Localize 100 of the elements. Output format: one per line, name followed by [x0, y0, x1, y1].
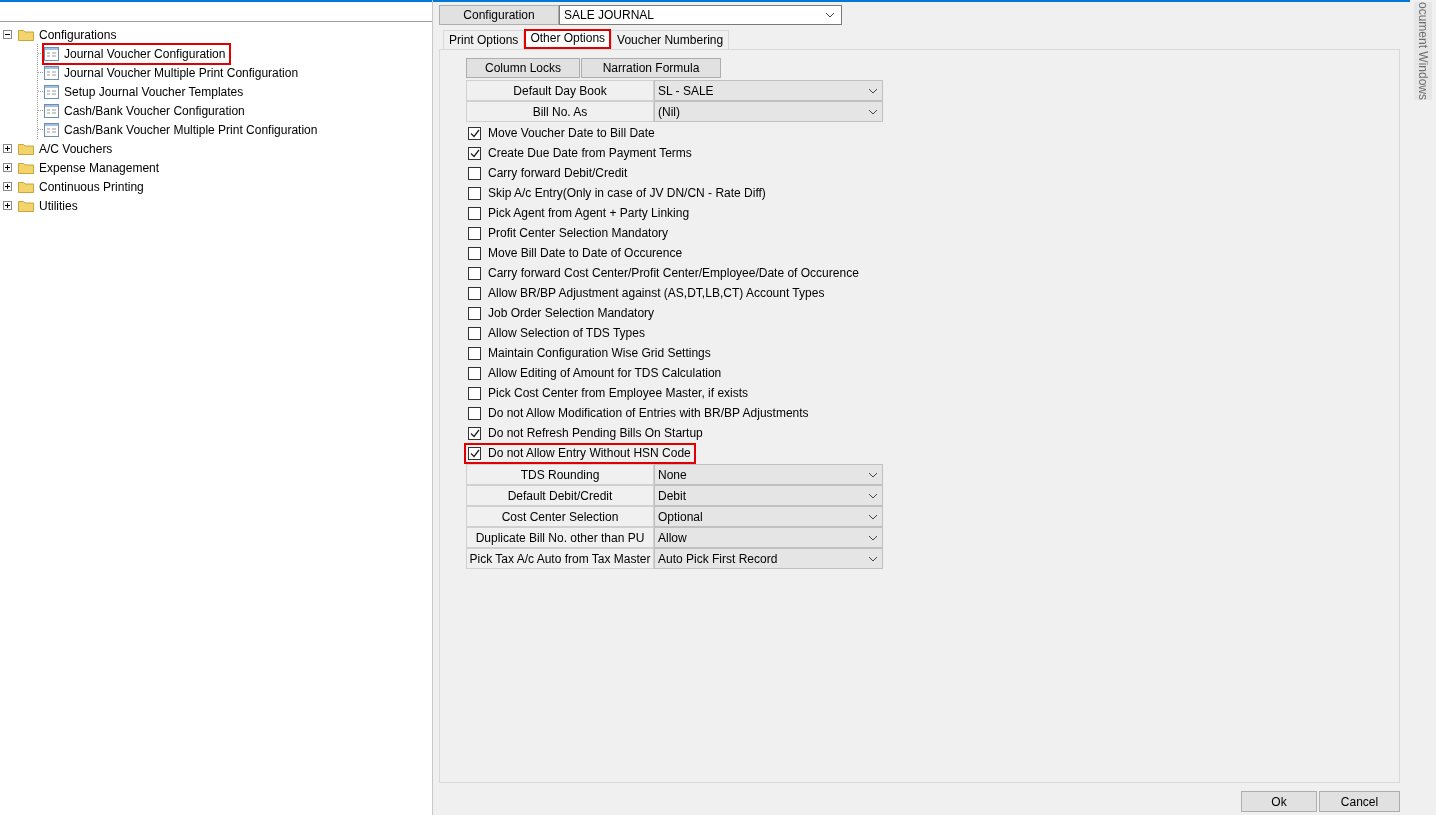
action-button[interactable]: Narration Formula	[581, 58, 721, 78]
folder-icon	[18, 180, 34, 193]
tree-item[interactable]: Continuous Printing	[37, 178, 146, 195]
setting-dropdown[interactable]: Optional	[654, 506, 883, 527]
folder-icon	[18, 28, 34, 41]
configuration-dropdown[interactable]: SALE JOURNAL	[559, 5, 842, 25]
chevron-down-icon	[868, 108, 878, 115]
option-label: Skip A/c Entry(Only in case of JV DN/CN - Rate Diff)	[488, 186, 766, 200]
folder-icon	[18, 161, 34, 174]
checkbox-option[interactable]: Move Voucher Date to Bill Date	[466, 124, 658, 142]
checkbox-option[interactable]: Do not Refresh Pending Bills On Startup	[466, 424, 706, 442]
setting-dropdown[interactable]: SL - SALE	[654, 80, 883, 101]
chevron-down-icon	[868, 471, 878, 478]
checkbox[interactable]	[468, 326, 481, 340]
option-label: Create Due Date from Payment Terms	[488, 146, 692, 160]
checkbox-option[interactable]: Maintain Configuration Wise Grid Settings	[466, 344, 714, 362]
checkbox[interactable]	[468, 406, 481, 420]
folder-icon	[18, 199, 34, 212]
setting-label: Cost Center Selection	[466, 506, 654, 527]
expand-icon[interactable]	[3, 182, 12, 191]
checkbox-option[interactable]: Pick Cost Center from Employee Master, if exists	[466, 384, 752, 402]
tree-item[interactable]: Setup Journal Voucher Templates	[62, 83, 246, 100]
checkbox-option[interactable]: Allow Selection of TDS Types	[466, 324, 648, 342]
setting-dropdown[interactable]: Auto Pick First Record	[654, 548, 883, 569]
checkbox[interactable]	[468, 386, 481, 400]
checkbox-option[interactable]: Carry forward Cost Center/Profit Center/Employee/Date of Occurence	[466, 264, 862, 282]
tab[interactable]: Print Options	[443, 30, 525, 49]
checkbox[interactable]	[468, 306, 481, 320]
checkbox[interactable]	[468, 426, 481, 440]
setting-dropdown[interactable]: Allow	[654, 527, 883, 548]
checkbox-option[interactable]: Do not Allow Modification of Entries with BR/BP Adjustments	[466, 404, 812, 422]
chevron-down-icon	[868, 513, 878, 520]
option-label: Allow Editing of Amount for TDS Calculation	[488, 366, 722, 380]
tree-item[interactable]: Journal Voucher Configuration	[62, 45, 228, 62]
form-icon	[44, 46, 59, 61]
tab[interactable]: Voucher Numbering	[611, 30, 730, 49]
setting-dropdown[interactable]: Debit	[654, 485, 883, 506]
checkbox[interactable]	[468, 186, 481, 200]
chevron-down-icon	[868, 555, 878, 562]
checkbox-option[interactable]: Job Order Selection Mandatory	[466, 304, 658, 322]
checkmark-icon	[469, 128, 480, 138]
checkbox[interactable]	[468, 286, 481, 300]
checkbox[interactable]	[468, 266, 481, 280]
tree-item[interactable]: Journal Voucher Multiple Print Configuration	[62, 64, 301, 81]
expand-icon[interactable]	[3, 201, 12, 210]
checkbox-option[interactable]: Allow BR/BP Adjustment against (AS,DT,LB,CT) Account Types	[466, 284, 828, 302]
option-label: Pick Agent from Agent + Party Linking	[488, 206, 690, 220]
tree-item[interactable]: Utilities	[37, 197, 80, 214]
setting-label: Duplicate Bill No. other than PU	[466, 527, 654, 548]
checkbox[interactable]	[468, 126, 481, 140]
checkbox[interactable]	[468, 446, 481, 460]
chevron-down-icon	[825, 12, 835, 18]
setting-label: Default Debit/Credit	[466, 485, 654, 506]
expand-icon[interactable]	[3, 163, 12, 172]
option-label: Do not Allow Entry Without HSN Code	[488, 446, 691, 460]
setting-dropdown[interactable]: None	[654, 464, 883, 485]
option-label: Carry forward Cost Center/Profit Center/Employee/Date of Occurence	[488, 266, 859, 280]
checkbox[interactable]	[468, 146, 481, 160]
dialog-button[interactable]: Ok	[1241, 791, 1317, 812]
dialog-button[interactable]: Cancel	[1319, 791, 1400, 812]
checkbox[interactable]	[468, 346, 481, 360]
field-label: Configuration	[439, 5, 559, 25]
tree-item[interactable]: Expense Management	[37, 159, 162, 176]
checkbox[interactable]	[468, 166, 481, 180]
option-label: Do not Refresh Pending Bills On Startup	[488, 426, 703, 440]
checkbox-option[interactable]: Do not Allow Entry Without HSN Code	[466, 444, 694, 462]
checkbox-option[interactable]: Profit Center Selection Mandatory	[466, 224, 672, 242]
collapse-icon[interactable]	[3, 30, 12, 39]
checkbox[interactable]	[468, 206, 481, 220]
option-label: Profit Center Selection Mandatory	[488, 226, 669, 240]
tree-item[interactable]: Cash/Bank Voucher Multiple Print Configuration	[62, 121, 320, 138]
chevron-down-icon	[868, 534, 878, 541]
chevron-down-icon	[868, 492, 878, 499]
checkbox-option[interactable]: Allow Editing of Amount for TDS Calculation	[466, 364, 725, 382]
setting-label: TDS Rounding	[466, 464, 654, 485]
setting-dropdown[interactable]: (Nil)	[654, 101, 883, 122]
checkbox-option[interactable]: Create Due Date from Payment Terms	[466, 144, 695, 162]
checkmark-icon	[469, 148, 480, 158]
checkbox-option[interactable]: Move Bill Date to Date of Occurence	[466, 244, 686, 262]
expand-icon[interactable]	[3, 144, 12, 153]
checkbox[interactable]	[468, 366, 481, 380]
setting-label: Bill No. As	[466, 101, 654, 122]
checkmark-icon	[469, 428, 480, 438]
checkbox[interactable]	[468, 246, 481, 260]
tree-item[interactable]: Cash/Bank Voucher Configuration	[62, 102, 247, 119]
tree-item[interactable]: Configurations	[37, 26, 119, 43]
side-tab[interactable]: ocument Windows	[1414, 2, 1432, 100]
option-label: Job Order Selection Mandatory	[488, 306, 655, 320]
action-button[interactable]: Column Locks	[466, 58, 580, 78]
setting-label: Pick Tax A/c Auto from Tax Master	[466, 548, 654, 569]
setting-label: Default Day Book	[466, 80, 654, 101]
option-label: Maintain Configuration Wise Grid Settings	[488, 346, 711, 360]
checkmark-icon	[469, 448, 480, 458]
checkbox-option[interactable]: Pick Agent from Agent + Party Linking	[466, 204, 693, 222]
tree-item[interactable]: A/C Vouchers	[37, 140, 115, 157]
checkbox-option[interactable]: Skip A/c Entry(Only in case of JV DN/CN - Rate Diff)	[466, 184, 769, 202]
option-label: Move Bill Date to Date of Occurence	[488, 246, 683, 260]
tab[interactable]: Other Options	[524, 29, 612, 49]
checkbox[interactable]	[468, 226, 481, 240]
checkbox-option[interactable]: Carry forward Debit/Credit	[466, 164, 631, 182]
